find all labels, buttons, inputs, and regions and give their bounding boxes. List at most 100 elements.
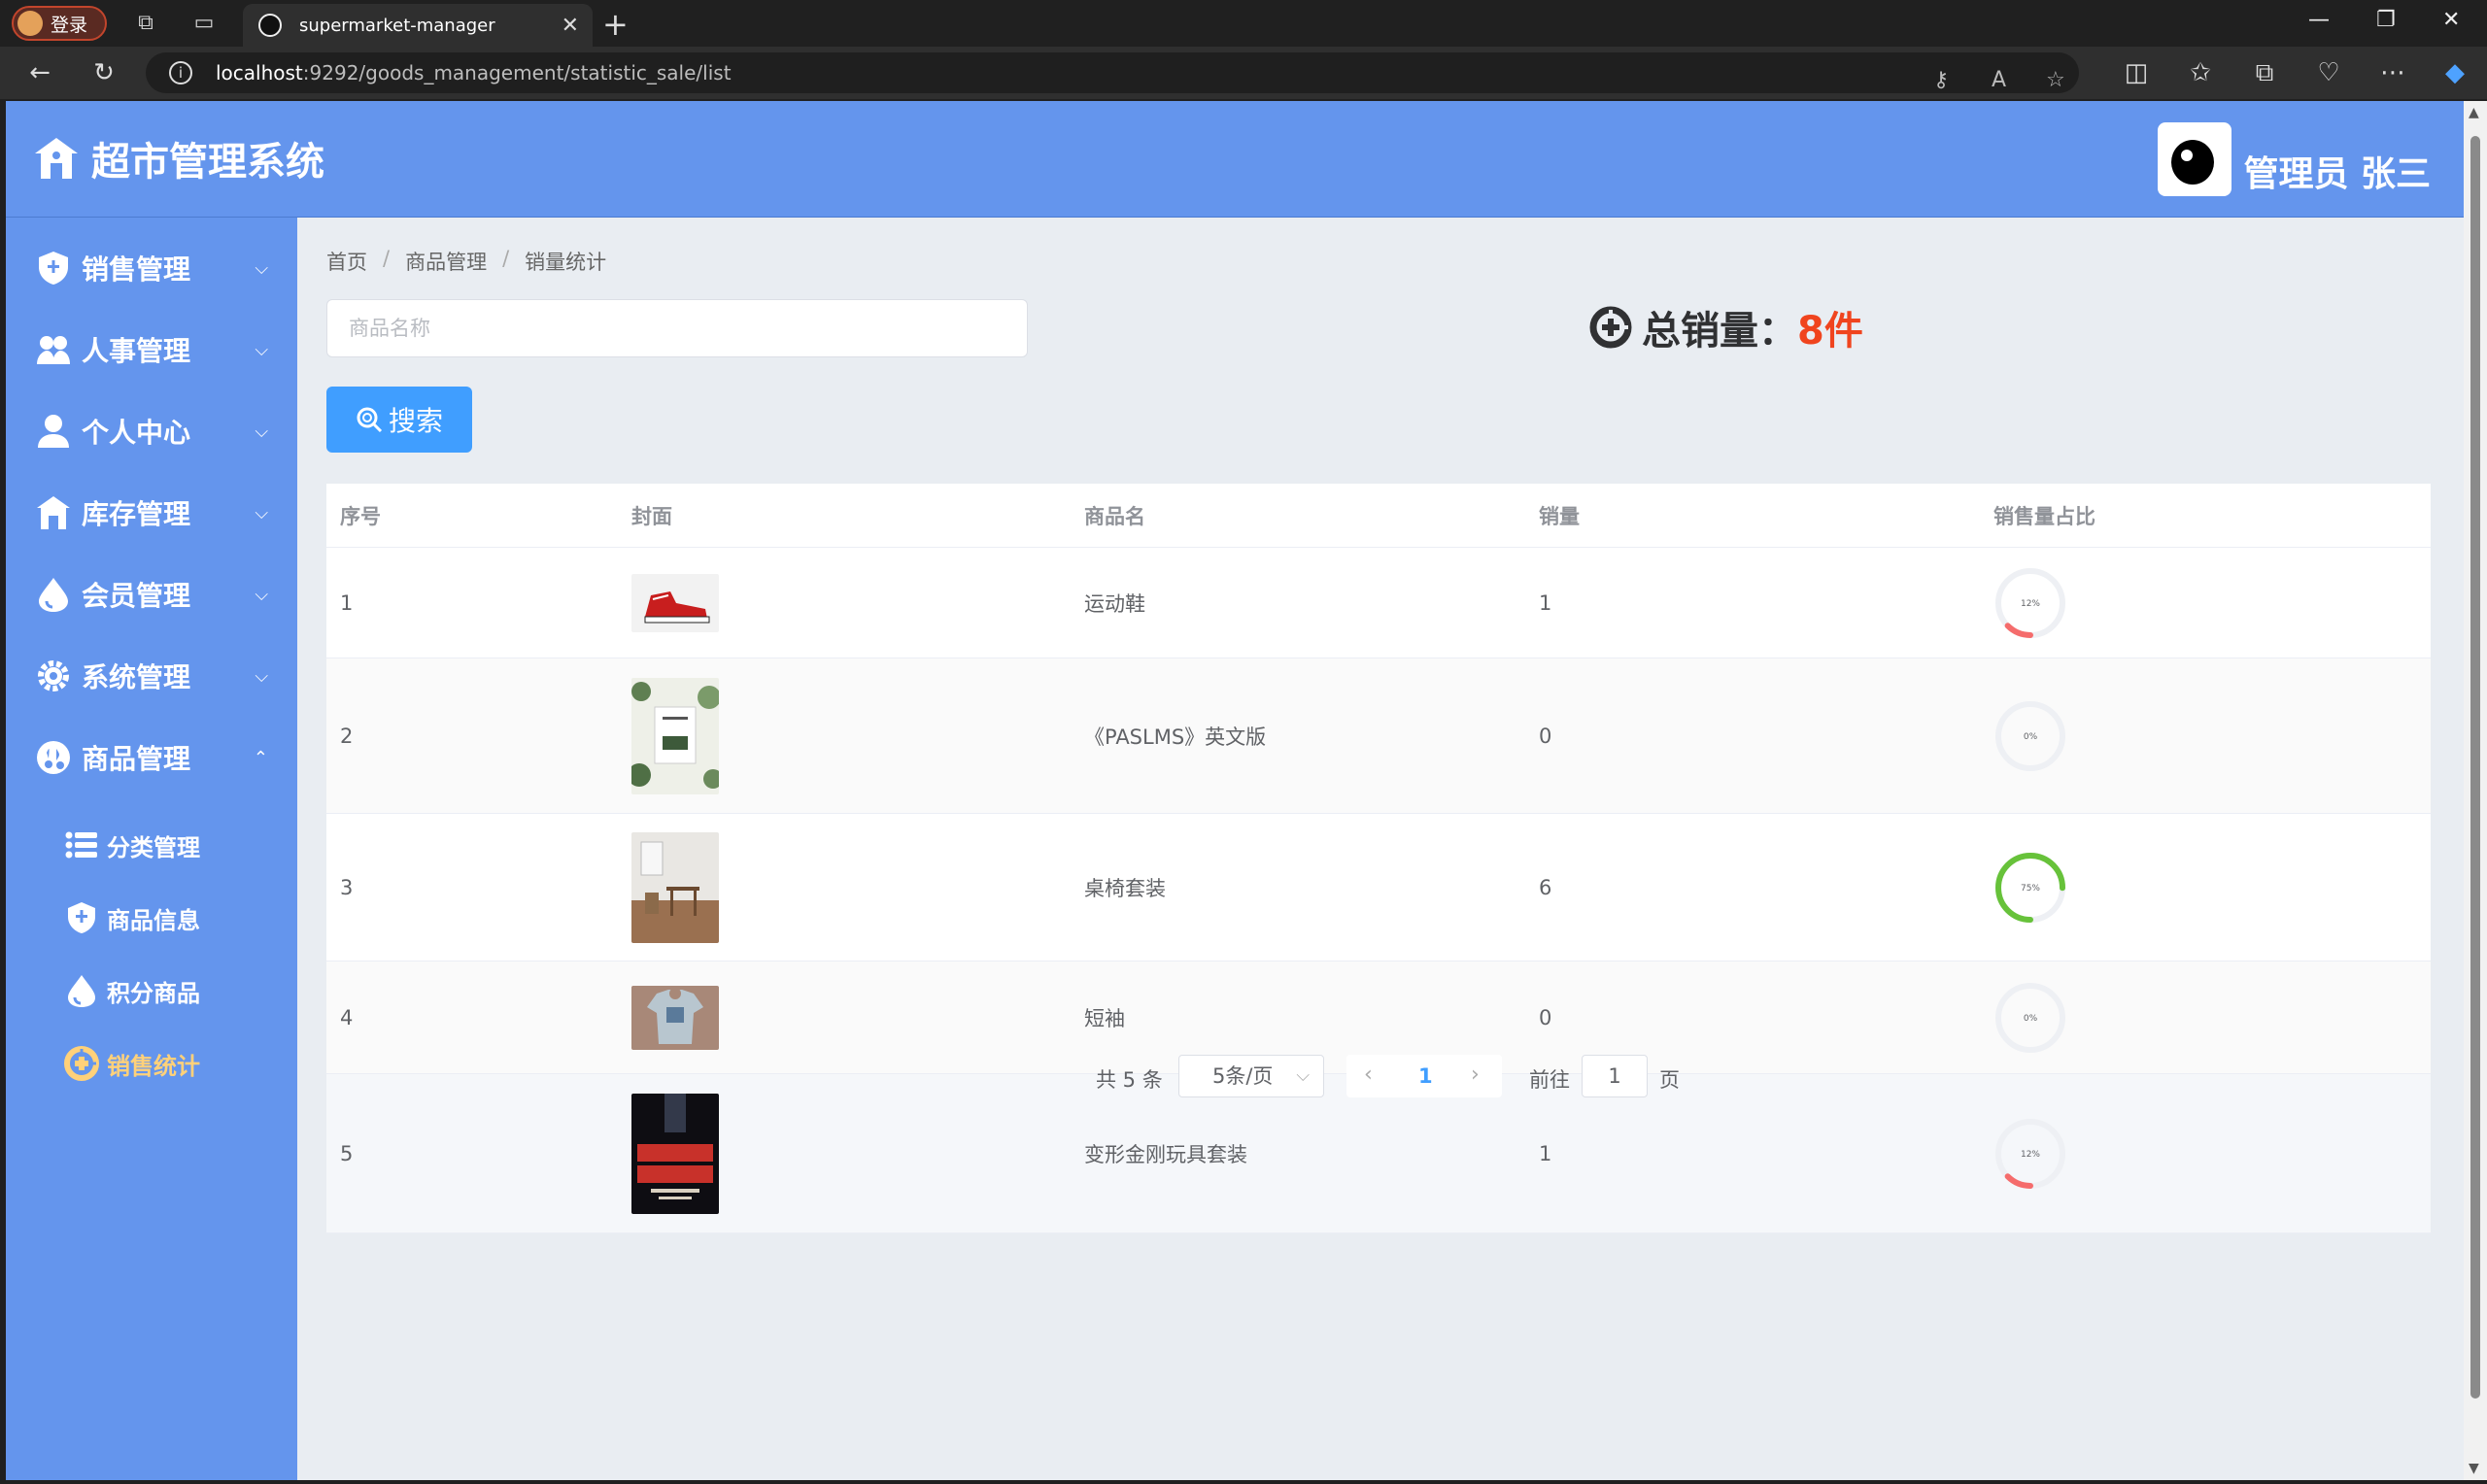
people-icon bbox=[37, 336, 70, 364]
sidebar-item-label: 系统管理 bbox=[82, 661, 191, 693]
ratio-label: 0% bbox=[2024, 1014, 2038, 1024]
profile-button[interactable]: 登录 bbox=[12, 6, 107, 41]
sidebar-item-label: 商品管理 bbox=[82, 743, 191, 775]
row-sales: 1 bbox=[1539, 590, 1552, 615]
row-index: 1 bbox=[340, 590, 354, 615]
health-icon[interactable]: ♡ bbox=[2312, 56, 2345, 89]
sidebar-item-label: 库存管理 bbox=[82, 498, 191, 530]
sidebar-subitem-label: 分类管理 bbox=[107, 833, 200, 861]
sidebar-subitem-sales-stats[interactable]: 销售统计 bbox=[64, 1046, 200, 1081]
shield-icon bbox=[39, 252, 68, 285]
row-sales: 0 bbox=[1539, 1005, 1552, 1029]
ratio-progress-ring: 0% bbox=[1995, 982, 2065, 1053]
copilot-icon[interactable]: ◆ bbox=[2438, 56, 2471, 89]
sidebar-subitem-goods-info[interactable]: 商品信息 bbox=[64, 900, 200, 935]
row-name: 变形金刚玩具套装 bbox=[1084, 1142, 1247, 1166]
reload-icon[interactable]: ↻ bbox=[87, 56, 120, 89]
breadcrumb-goods[interactable]: 商品管理 bbox=[405, 247, 487, 276]
row-index: 2 bbox=[340, 724, 354, 748]
collections-icon[interactable]: ⧉ bbox=[2248, 56, 2281, 89]
browser-tab-bar: 登录 ⧉ ▭ supermarket-manager ✕ + — ❐ ✕ bbox=[0, 0, 2487, 47]
row-index: 4 bbox=[340, 1005, 354, 1029]
close-tab-icon[interactable]: ✕ bbox=[562, 14, 579, 38]
pagination: 共 5 条 5条/页 ⌵ ‹ 1 › 前往 1 页 bbox=[297, 1055, 2464, 1097]
page-scrollbar[interactable]: ▲ ▼ bbox=[2464, 101, 2487, 1480]
breadcrumb-separator: / bbox=[502, 247, 510, 270]
workspaces-icon[interactable]: ⧉ bbox=[132, 10, 159, 37]
row-name: 运动鞋 bbox=[1084, 591, 1145, 616]
sales-table: 序号 封面 商品名 销量 销售量占比 1 运动鞋 1 12% 2 《PASLMS… bbox=[326, 484, 2431, 1233]
sidebar-subitem-label: 积分商品 bbox=[107, 979, 200, 1007]
page-suffix: 页 bbox=[1659, 1068, 1680, 1092]
page-navigator: ‹ 1 › bbox=[1346, 1055, 1502, 1097]
sidebar-item-label: 销售管理 bbox=[82, 253, 191, 286]
close-window-icon[interactable]: ✕ bbox=[2442, 8, 2460, 32]
favorite-star-icon[interactable]: ☆ bbox=[2046, 60, 2065, 101]
minimize-icon[interactable]: — bbox=[2308, 8, 2330, 32]
scroll-up-icon[interactable]: ▲ bbox=[2469, 105, 2479, 120]
new-tab-icon[interactable]: + bbox=[602, 6, 629, 43]
app-title: 超市管理系统 bbox=[91, 140, 324, 185]
gear-icon bbox=[38, 660, 69, 691]
row-index: 3 bbox=[340, 875, 354, 899]
page-size-select[interactable]: 5条/页 ⌵ bbox=[1178, 1055, 1324, 1097]
sidebar-subitem-category[interactable]: 分类管理 bbox=[64, 827, 200, 862]
current-page[interactable]: 1 bbox=[1418, 1064, 1433, 1088]
next-page-icon[interactable]: › bbox=[1471, 1062, 1480, 1087]
restore-icon[interactable]: ❐ bbox=[2376, 8, 2396, 32]
breadcrumb-home[interactable]: 首页 bbox=[326, 247, 367, 276]
back-icon[interactable]: ← bbox=[23, 56, 56, 89]
row-name: 短袖 bbox=[1084, 1006, 1125, 1030]
chevron-down-icon: ⌵ bbox=[255, 257, 268, 279]
sidebar: 销售管理 ⌵ 人事管理 ⌵ 个人中心 ⌵ 库存管理 ⌵ 会员管理 ⌵ 系统管理 … bbox=[6, 218, 297, 1480]
sidebar-subitem-points-goods[interactable]: 积分商品 bbox=[64, 973, 200, 1008]
sidebar-item-hr[interactable]: 人事管理 ⌵ bbox=[6, 309, 297, 390]
row-sales: 6 bbox=[1539, 875, 1552, 899]
row-sales: 1 bbox=[1539, 1141, 1552, 1165]
total-value: 8件 bbox=[1797, 309, 1863, 354]
sidebar-item-inventory[interactable]: 库存管理 ⌵ bbox=[6, 472, 297, 554]
profile-label: 登录 bbox=[51, 14, 88, 36]
chevron-down-icon: ⌵ bbox=[255, 665, 268, 687]
breadcrumb: 首页 / 商品管理 / 销量统计 bbox=[326, 247, 606, 276]
search-button[interactable]: 搜索 bbox=[326, 387, 472, 453]
tab-actions-icon[interactable]: ▭ bbox=[190, 10, 218, 37]
sidebar-item-profile[interactable]: 个人中心 ⌵ bbox=[6, 390, 297, 472]
more-icon[interactable]: ⋯ bbox=[2376, 56, 2409, 89]
site-info-icon[interactable]: i bbox=[169, 61, 192, 84]
app-header: 超市管理系统 管理员 张三 bbox=[6, 101, 2464, 218]
password-key-icon[interactable]: ⚷ bbox=[1933, 60, 1949, 101]
split-screen-icon[interactable]: ◫ bbox=[2120, 56, 2153, 89]
goto-page-input[interactable]: 1 bbox=[1582, 1055, 1648, 1097]
scrollbar-thumb[interactable] bbox=[2470, 136, 2480, 1399]
cover-image-furniture bbox=[631, 831, 719, 943]
address-bar[interactable]: i localhost:9292/goods_management/statis… bbox=[146, 52, 2079, 93]
favorites-icon[interactable]: ✩ bbox=[2184, 56, 2217, 89]
scroll-down-icon[interactable]: ▼ bbox=[2469, 1461, 2479, 1476]
sidebar-item-members[interactable]: 会员管理 ⌵ bbox=[6, 554, 297, 635]
breadcrumb-current: 销量统计 bbox=[525, 251, 607, 274]
admin-info[interactable]: 管理员 张三 bbox=[2158, 122, 2431, 196]
avatar bbox=[2158, 122, 2232, 196]
chevron-down-icon: ⌵ bbox=[255, 339, 268, 360]
header-sales: 销量 bbox=[1539, 504, 1580, 528]
ratio-progress-ring: 12% bbox=[1995, 1118, 2065, 1189]
admin-label: 管理员 张三 bbox=[2243, 154, 2431, 194]
sidebar-subitem-label: 商品信息 bbox=[107, 906, 200, 934]
sidebar-item-sales[interactable]: 销售管理 ⌵ bbox=[6, 227, 297, 309]
sidebar-item-system[interactable]: 系统管理 ⌵ bbox=[6, 635, 297, 717]
drop-icon bbox=[68, 975, 95, 1007]
ratio-progress-ring: 12% bbox=[1995, 567, 2065, 638]
row-name: 《PASLMS》英文版 bbox=[1084, 725, 1267, 749]
sidebar-item-goods[interactable]: 商品管理 ⌃ bbox=[6, 717, 297, 798]
search-input[interactable] bbox=[326, 299, 1028, 357]
header-index: 序号 bbox=[340, 504, 381, 528]
table-row: 5 变形金刚玩具套装 1 12% bbox=[326, 1074, 2431, 1233]
prev-page-icon[interactable]: ‹ bbox=[1364, 1062, 1373, 1087]
total-label: 总销量： bbox=[1642, 309, 1797, 354]
page-size-value: 5条/页 bbox=[1212, 1064, 1274, 1088]
read-aloud-icon[interactable]: A bbox=[1992, 60, 2006, 101]
stats-icon bbox=[1589, 306, 1632, 349]
browser-tab[interactable]: supermarket-manager ✕ bbox=[243, 4, 593, 47]
profile-avatar bbox=[17, 11, 43, 36]
